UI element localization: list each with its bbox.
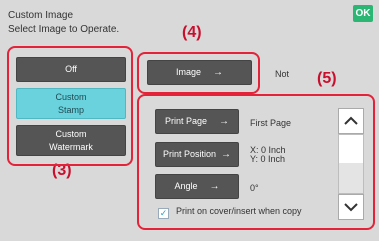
print-position-label: Print Position — [162, 149, 217, 159]
angle-value: 0° — [250, 183, 259, 193]
custom-watermark-button[interactable]: Custom Watermark — [16, 125, 126, 156]
checkmark-icon: ✓ — [159, 208, 168, 218]
print-page-label: Print Page — [164, 116, 208, 126]
print-page-button[interactable]: Print Page → — [155, 109, 239, 134]
ok-button[interactable]: OK — [353, 5, 373, 22]
image-value: Not — [275, 69, 290, 79]
arrow-right-icon: → — [213, 67, 223, 78]
page-subtitle: Select Image to Operate. — [8, 24, 120, 35]
scroll-down-button[interactable] — [338, 194, 364, 220]
custom-stamp-button[interactable]: Custom Stamp — [16, 88, 126, 119]
angle-button[interactable]: Angle → — [155, 174, 239, 199]
angle-label: Angle — [174, 181, 198, 191]
off-label: Off — [65, 64, 77, 74]
print-position-button[interactable]: Print Position → — [155, 142, 239, 167]
print-cover-checkbox[interactable]: ✓ — [158, 208, 169, 219]
scroll-track[interactable] — [338, 134, 364, 194]
arrow-right-icon: → — [209, 181, 220, 192]
print-position-y-value: Y: 0 Inch — [250, 154, 286, 164]
callout-5: (5) — [317, 70, 337, 87]
custom-watermark-label: Custom Watermark — [49, 128, 93, 152]
chevron-up-icon — [344, 116, 358, 125]
callout-4: (4) — [182, 24, 202, 41]
image-button-label: Image — [175, 67, 201, 77]
off-button[interactable]: Off — [16, 57, 126, 82]
custom-stamp-label: Custom Stamp — [55, 91, 87, 115]
page-title: Custom Image — [8, 10, 74, 21]
arrow-right-icon: → — [221, 149, 232, 160]
chevron-down-icon — [344, 203, 358, 212]
print-cover-label: Print on cover/insert when copy — [176, 206, 302, 216]
scroll-thumb[interactable] — [339, 135, 363, 163]
image-button[interactable]: Image → — [147, 60, 252, 85]
print-page-value: First Page — [250, 118, 292, 128]
print-cover-option: ✓ Print on cover/insert when copy — [155, 204, 335, 226]
scroll-up-button[interactable] — [338, 108, 364, 134]
arrow-right-icon: → — [219, 116, 230, 127]
custom-image-screen: Custom Image Select Image to Operate. OK… — [0, 0, 379, 241]
